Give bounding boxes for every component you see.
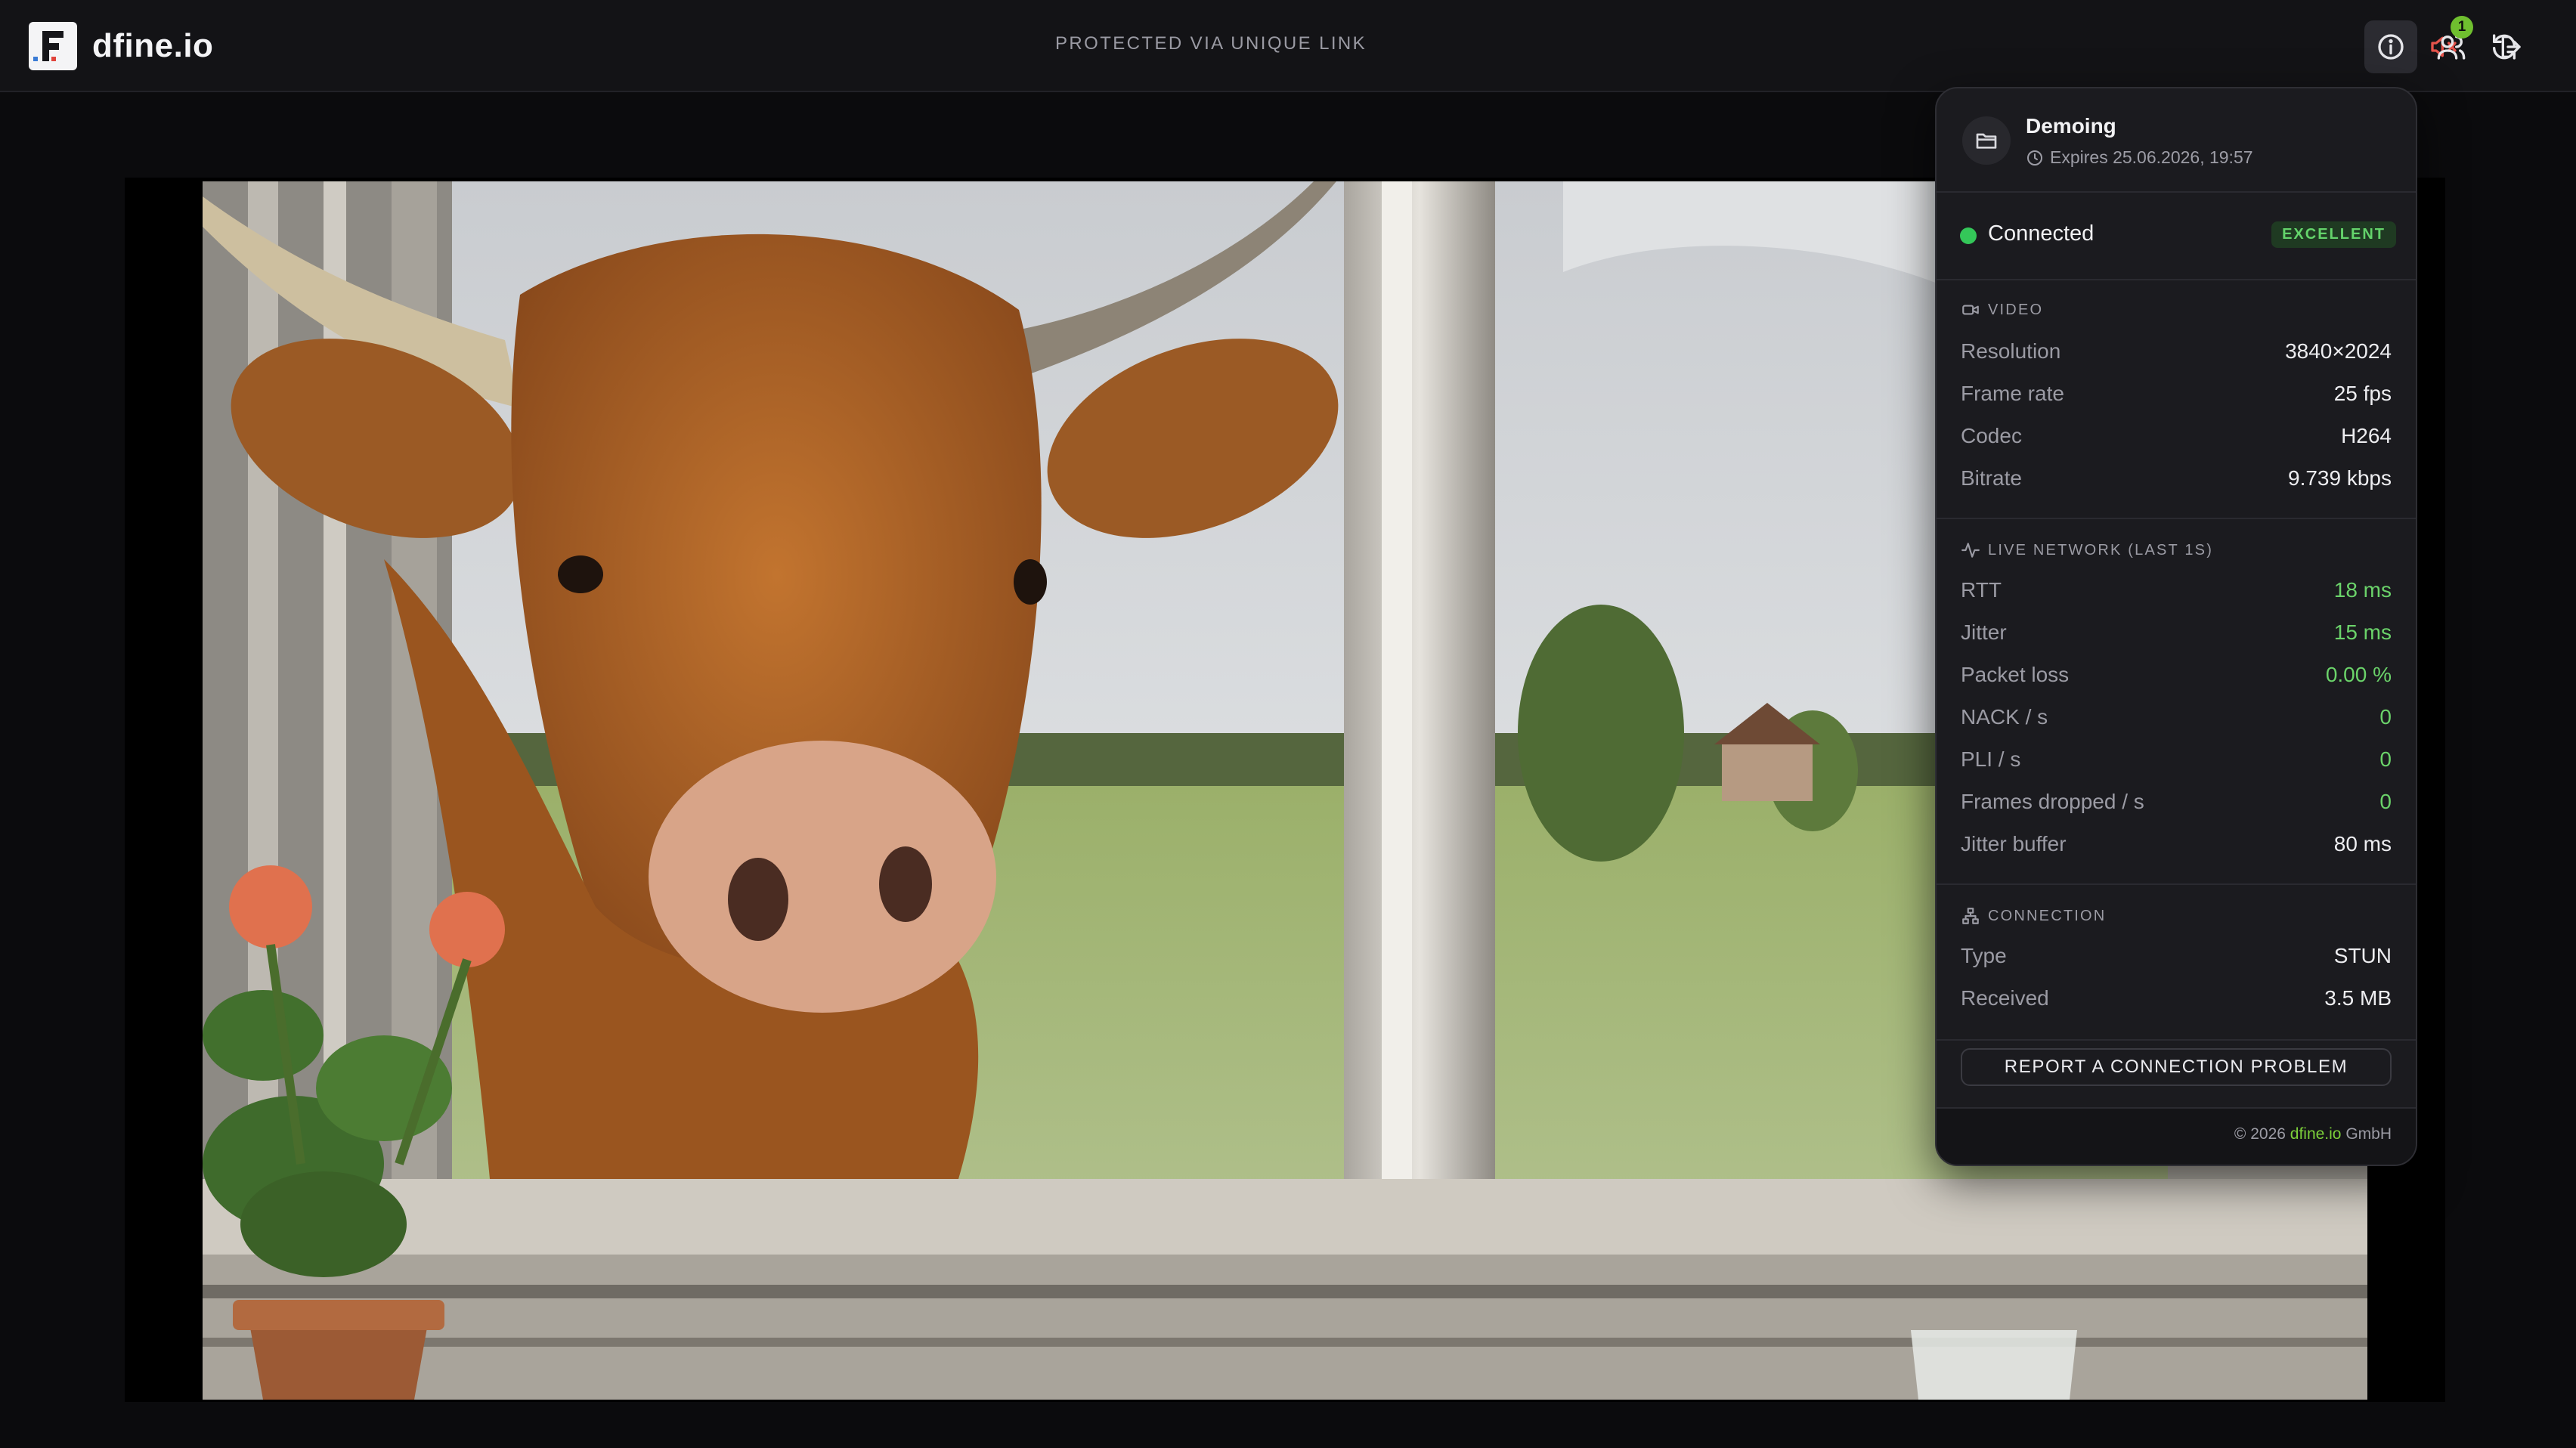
connection-status: Connected EXCELLENT xyxy=(1937,191,2416,280)
footer-suffix: GmbH xyxy=(2341,1125,2392,1143)
stat-value: 15 ms xyxy=(2333,620,2392,644)
session-name: Demoing xyxy=(2026,114,2116,138)
network-section-title: LIVE NETWORK (LAST 1S) xyxy=(1961,539,2213,562)
info-button[interactable] xyxy=(2364,20,2417,73)
stat-value: 3.5 MB xyxy=(2324,986,2392,1010)
activity-icon xyxy=(1961,543,1980,558)
stat-label: Packet loss xyxy=(1961,663,2070,686)
stat-value: 9.739 kbps xyxy=(2288,466,2392,490)
stat-value: 3840×2024 xyxy=(2285,339,2392,363)
stat-label: Bitrate xyxy=(1961,466,2022,490)
stat-row: NACK / s 0 xyxy=(1961,705,2392,735)
brand-logo[interactable]: dfine.io xyxy=(29,22,213,70)
stat-label: Codec xyxy=(1961,424,2022,447)
video-camera-icon xyxy=(1962,305,1979,315)
stat-value: 80 ms xyxy=(2333,832,2392,855)
connection-section-title: CONNECTION xyxy=(1961,905,2106,927)
info-icon xyxy=(2378,34,2404,60)
stat-label: Frame rate xyxy=(1961,382,2064,405)
stat-label: NACK / s xyxy=(1961,705,2048,729)
expires-label: Expires 25.06.2026, 19:57 xyxy=(2050,147,2253,167)
stat-label: Jitter xyxy=(1961,620,2007,644)
stat-row: RTT 18 ms xyxy=(1961,578,2392,608)
stat-label: PLI / s xyxy=(1961,747,2021,771)
connection-section: CONNECTION Type STUN Received 3.5 MB xyxy=(1937,883,2416,1041)
footer-prefix: © 2026 xyxy=(2234,1125,2290,1143)
stat-row: Frame rate 25 fps xyxy=(1961,382,2392,412)
protected-label: PROTECTED VIA UNIQUE LINK xyxy=(1055,33,1367,54)
stat-value: 25 fps xyxy=(2333,382,2392,405)
video-title-label: VIDEO xyxy=(1988,301,2044,318)
status-dot-icon xyxy=(1960,227,1977,244)
stat-row: Bitrate 9.739 kbps xyxy=(1961,466,2392,497)
logout-icon xyxy=(2501,36,2521,59)
stat-value: 18 ms xyxy=(2333,578,2392,602)
stat-row: Packet loss 0.00 % xyxy=(1961,663,2392,693)
footer-brand-link[interactable]: dfine.io xyxy=(2290,1125,2342,1143)
stat-row: Codec H264 xyxy=(1961,424,2392,454)
stat-label: RTT xyxy=(1961,578,2002,602)
folder-icon xyxy=(1976,133,1997,149)
top-bar: dfine.io PROTECTED VIA UNIQUE LINK 1 xyxy=(0,0,2576,92)
stat-row: Resolution 3840×2024 xyxy=(1961,339,2392,370)
stat-row: Type STUN xyxy=(1961,944,2392,974)
footer-copyright: © 2026 dfine.io GmbH xyxy=(2234,1125,2392,1143)
logo-mark-icon xyxy=(29,22,77,70)
logout-button[interactable] xyxy=(2485,20,2538,73)
connection-title-label: CONNECTION xyxy=(1988,907,2107,924)
panel-footer: © 2026 dfine.io GmbH xyxy=(1937,1107,2416,1165)
brand-name: dfine.io xyxy=(92,27,214,64)
stat-value: 0.00 % xyxy=(2325,663,2392,686)
session-header: Demoing Expires 25.06.2026, 19:57 xyxy=(1937,88,2416,193)
stat-value: STUN xyxy=(2333,944,2392,967)
stat-value: 0 xyxy=(2379,790,2392,813)
stat-label: Frames dropped / s xyxy=(1961,790,2144,813)
stat-row: Jitter 15 ms xyxy=(1961,620,2392,651)
stat-value: H264 xyxy=(2341,424,2392,447)
status-text: Connected xyxy=(1988,221,2095,246)
stat-value: 0 xyxy=(2379,705,2392,729)
clock-icon xyxy=(2027,150,2042,166)
expires-text: Expires 25.06.2026, 19:57 xyxy=(2026,147,2253,168)
stat-value: 0 xyxy=(2379,747,2392,771)
video-section: VIDEO Resolution 3840×2024 Frame rate 25… xyxy=(1937,279,2416,519)
stat-row: Jitter buffer 80 ms xyxy=(1961,832,2392,862)
participants-button[interactable]: 1 xyxy=(2425,16,2478,73)
stat-label: Jitter buffer xyxy=(1961,832,2067,855)
stat-label: Type xyxy=(1961,944,2007,967)
network-title-label: LIVE NETWORK (LAST 1S) xyxy=(1988,541,2214,558)
folder-icon-circle xyxy=(1962,116,2011,165)
participants-badge: 1 xyxy=(2451,16,2473,39)
stat-label: Resolution xyxy=(1961,339,2061,363)
stat-label: Received xyxy=(1961,986,2049,1010)
video-section-title: VIDEO xyxy=(1961,299,2043,321)
connection-info-panel: Demoing Expires 25.06.2026, 19:57 Connec… xyxy=(1935,87,2417,1166)
stat-row: PLI / s 0 xyxy=(1961,747,2392,778)
network-nodes-icon xyxy=(1962,908,1979,924)
stat-row: Received 3.5 MB xyxy=(1961,986,2392,1016)
report-problem-button[interactable]: REPORT A CONNECTION PROBLEM xyxy=(1961,1048,2392,1086)
stat-row: Frames dropped / s 0 xyxy=(1961,790,2392,820)
quality-badge: EXCELLENT xyxy=(2271,221,2396,248)
network-section: LIVE NETWORK (LAST 1S) RTT 18 ms Jitter … xyxy=(1937,518,2416,885)
